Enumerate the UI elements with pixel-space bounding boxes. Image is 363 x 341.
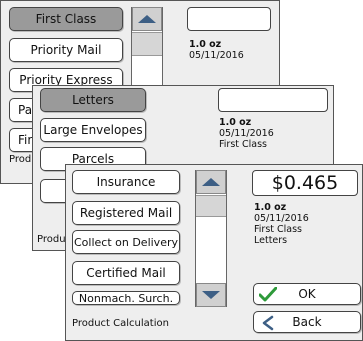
class-value: First Class (254, 224, 303, 235)
option-large-envelopes[interactable]: Large Envelopes (40, 118, 146, 142)
option-registered-mail[interactable]: Registered Mail (72, 201, 180, 225)
weight-value: 1.0 oz (189, 39, 222, 50)
class-value: First Class (219, 139, 268, 150)
back-button[interactable]: Back (253, 311, 361, 333)
date-value: 05/11/2016 (189, 50, 244, 61)
weight-value: 1.0 oz (254, 202, 287, 213)
option-collect-on-delivery[interactable]: Collect on Delivery (72, 230, 180, 254)
checkmark-icon (259, 287, 277, 302)
panel1-info: 1.0 oz 05/11/2016 (189, 39, 244, 61)
scroll-up-button[interactable] (132, 7, 162, 31)
option-letters[interactable]: Letters (40, 88, 146, 112)
ok-label: OK (298, 287, 316, 301)
shape-value: Letters (254, 235, 288, 246)
scroll-thumb[interactable] (196, 195, 226, 217)
product-calculation-label: Product Calculation (72, 318, 169, 329)
option-first-class[interactable]: First Class (9, 7, 123, 31)
option-certified-mail[interactable]: Certified Mail (72, 261, 180, 285)
postage-panel-extra-services: Insurance Registered Mail Collect on Del… (65, 164, 363, 341)
price-display: $0.465 (252, 170, 358, 196)
panel2-footer-label: Produ (37, 234, 66, 245)
option-priority-mail[interactable]: Priority Mail (9, 38, 123, 62)
weight-value: 1.0 oz (219, 117, 252, 128)
panel1-scrollbar[interactable] (131, 7, 163, 97)
up-arrow-icon (202, 178, 220, 186)
scroll-thumb[interactable] (132, 32, 162, 56)
panel2-info: 1.0 oz 05/11/2016 First Class (219, 117, 274, 150)
scroll-up-button[interactable] (196, 170, 226, 194)
ok-button[interactable]: OK (253, 283, 361, 305)
option-insurance[interactable]: Insurance (72, 170, 180, 194)
price-value: $0.465 (271, 172, 339, 194)
down-arrow-icon (202, 291, 220, 299)
date-value: 05/11/2016 (219, 128, 274, 139)
panel1-price-display (187, 7, 271, 31)
scroll-down-button[interactable] (196, 283, 226, 307)
up-arrow-icon (138, 15, 156, 23)
back-arrow-icon (262, 315, 274, 331)
panel2-price-display (218, 88, 328, 112)
back-label: Back (292, 315, 322, 329)
date-value: 05/11/2016 (254, 213, 309, 224)
panel3-info: 1.0 oz 05/11/2016 First Class Letters (254, 202, 309, 246)
panel3-scrollbar[interactable] (195, 170, 227, 307)
option-nonmachinable-surcharge[interactable]: Nonmach. Surch. (72, 291, 180, 305)
